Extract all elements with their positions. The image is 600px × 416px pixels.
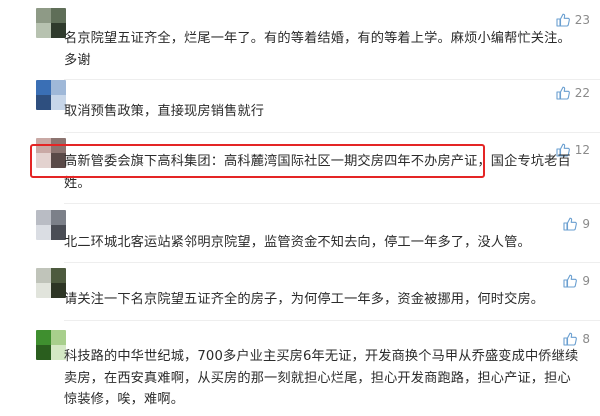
avatar-block <box>51 80 66 95</box>
avatar-block <box>36 95 51 110</box>
thumbs-up-icon <box>563 217 578 231</box>
thumbs-up-icon <box>556 13 570 27</box>
divider <box>64 320 600 321</box>
avatar-block <box>36 330 51 345</box>
like-count: 22 <box>574 86 590 100</box>
avatar-block <box>36 268 51 283</box>
avatar[interactable] <box>36 8 66 38</box>
like-button[interactable]: 9 <box>562 273 590 289</box>
comment-text: 科技路的中华世纪城，700多户业主买房6年无证，开发商换个马甲从乔盛变成中侨继续… <box>64 349 579 407</box>
divider <box>64 262 600 263</box>
avatar[interactable] <box>36 268 66 298</box>
comment-text: 请关注一下名京院望五证齐全的房子，为何停工一年多，资金被挪用，何时交房。 <box>64 292 545 307</box>
like-button[interactable]: 8 <box>562 331 590 347</box>
avatar[interactable] <box>36 330 66 360</box>
avatar-block <box>36 345 51 360</box>
divider <box>64 79 600 80</box>
avatar-block <box>51 210 66 225</box>
avatar-block <box>36 283 51 298</box>
avatar[interactable] <box>36 210 66 240</box>
divider <box>64 203 600 204</box>
like-count: 9 <box>582 274 590 288</box>
comment-text: 名京院望五证齐全，烂尾一年了。有的等着结婚，有的等着上学。麻烦小编帮忙关注。多谢 <box>64 31 571 68</box>
like-count: 9 <box>582 217 590 231</box>
like-button[interactable]: 22 <box>555 85 590 101</box>
like-count: 8 <box>582 332 590 346</box>
avatar-block <box>36 225 51 240</box>
comment-text: 北二环城北客运站紧邻明京院望，监管资金不知去向，停工一年多了，没人管。 <box>64 235 531 250</box>
highlight-box <box>30 144 485 178</box>
like-count: 23 <box>574 13 590 27</box>
avatar-block <box>36 210 51 225</box>
divider <box>64 132 600 133</box>
avatar-block <box>36 8 51 23</box>
like-button[interactable]: 9 <box>562 216 590 232</box>
like-button[interactable]: 23 <box>555 12 590 28</box>
comment-text: 取消预售政策，直接现房销售就行 <box>64 104 265 119</box>
thumbs-up-icon <box>563 332 578 346</box>
avatar-block <box>51 268 66 283</box>
thumbs-up-icon <box>563 274 578 288</box>
avatar-block <box>51 330 66 345</box>
thumbs-up-icon <box>556 86 570 100</box>
avatar-block <box>36 23 51 38</box>
avatar-block <box>51 8 66 23</box>
avatar-block <box>36 80 51 95</box>
avatar[interactable] <box>36 80 66 110</box>
